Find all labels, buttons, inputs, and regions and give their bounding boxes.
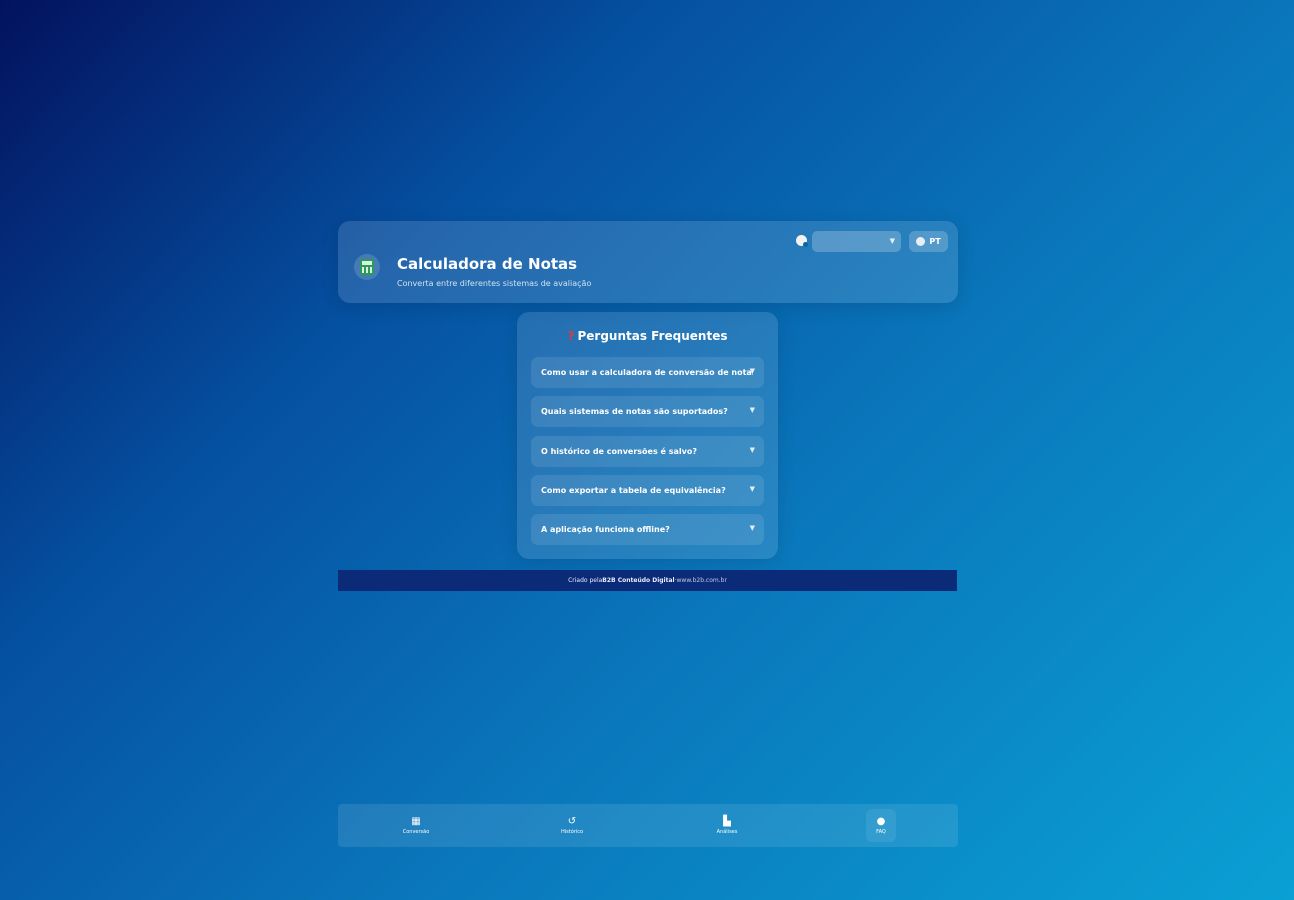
faq-question: Como usar a calculadora de conversão de … bbox=[541, 368, 753, 377]
nav-item-analises[interactable]: ▙ Análises bbox=[697, 809, 757, 842]
faq-item[interactable]: O histórico de conversões é salvo? ▼ bbox=[531, 436, 764, 467]
help-icon: ● bbox=[876, 816, 886, 827]
faq-question: A aplicação funciona offline? bbox=[541, 525, 670, 534]
credit-brand[interactable]: B2B Conteúdo Digital bbox=[602, 577, 674, 584]
question-mark-icon: ? bbox=[567, 329, 575, 343]
chevron-down-icon: ▼ bbox=[749, 367, 755, 375]
language-button[interactable]: PT bbox=[909, 231, 948, 252]
theme-select[interactable]: ▼ bbox=[812, 231, 901, 252]
faq-item[interactable]: A aplicação funciona offline? ▼ bbox=[531, 514, 764, 545]
faq-item[interactable]: Quais sistemas de notas são suportados? … bbox=[531, 396, 764, 427]
history-icon: ↺ bbox=[567, 816, 577, 827]
faq-title: ? Perguntas Frequentes bbox=[567, 329, 728, 343]
palette-icon bbox=[796, 235, 808, 247]
chevron-down-icon: ▼ bbox=[749, 406, 755, 414]
chevron-down-icon: ▼ bbox=[889, 237, 895, 245]
app-title: Calculadora de Notas bbox=[397, 255, 578, 273]
globe-icon bbox=[916, 237, 926, 246]
credit-prefix: Criado pela bbox=[568, 577, 603, 584]
calculator-icon: ▦ bbox=[411, 816, 421, 827]
faq-item[interactable]: Como exportar a tabela de equivalência? … bbox=[531, 475, 764, 506]
faq-question: Quais sistemas de notas são suportados? bbox=[541, 407, 728, 416]
credit-site-link[interactable]: www.b2b.com.br bbox=[677, 577, 727, 584]
faq-question: Como exportar a tabela de equivalência? bbox=[541, 486, 726, 495]
app-header: Calculadora de Notas Converta entre dife… bbox=[338, 221, 958, 303]
chevron-down-icon: ▼ bbox=[749, 524, 755, 532]
nav-label: Histórico bbox=[560, 829, 584, 835]
nav-item-historico[interactable]: ↺ Histórico bbox=[542, 809, 602, 842]
chevron-down-icon: ▼ bbox=[749, 446, 755, 454]
faq-panel: ? Perguntas Frequentes Como usar a calcul… bbox=[517, 312, 778, 559]
nav-label: Conversão bbox=[402, 829, 430, 835]
calculator-icon bbox=[354, 254, 380, 280]
credit-footer: Criado pela B2B Conteúdo Digital · www.b… bbox=[338, 570, 957, 591]
nav-label: FAQ bbox=[876, 829, 886, 835]
language-label: PT bbox=[929, 237, 941, 246]
app-subtitle: Converta entre diferentes sistemas de av… bbox=[397, 279, 592, 288]
nav-item-faq[interactable]: ● FAQ bbox=[866, 809, 896, 842]
nav-label: Análises bbox=[716, 829, 738, 835]
chevron-down-icon: ▼ bbox=[749, 485, 755, 493]
faq-question: O histórico de conversões é salvo? bbox=[541, 447, 697, 456]
faq-item[interactable]: Como usar a calculadora de conversão de … bbox=[531, 357, 764, 388]
bottom-nav: ▦ Conversão ↺ Histórico ▙ Análises ● FAQ bbox=[338, 804, 958, 847]
nav-item-conversao[interactable]: ▦ Conversão bbox=[386, 809, 446, 842]
chart-icon: ▙ bbox=[723, 816, 731, 827]
